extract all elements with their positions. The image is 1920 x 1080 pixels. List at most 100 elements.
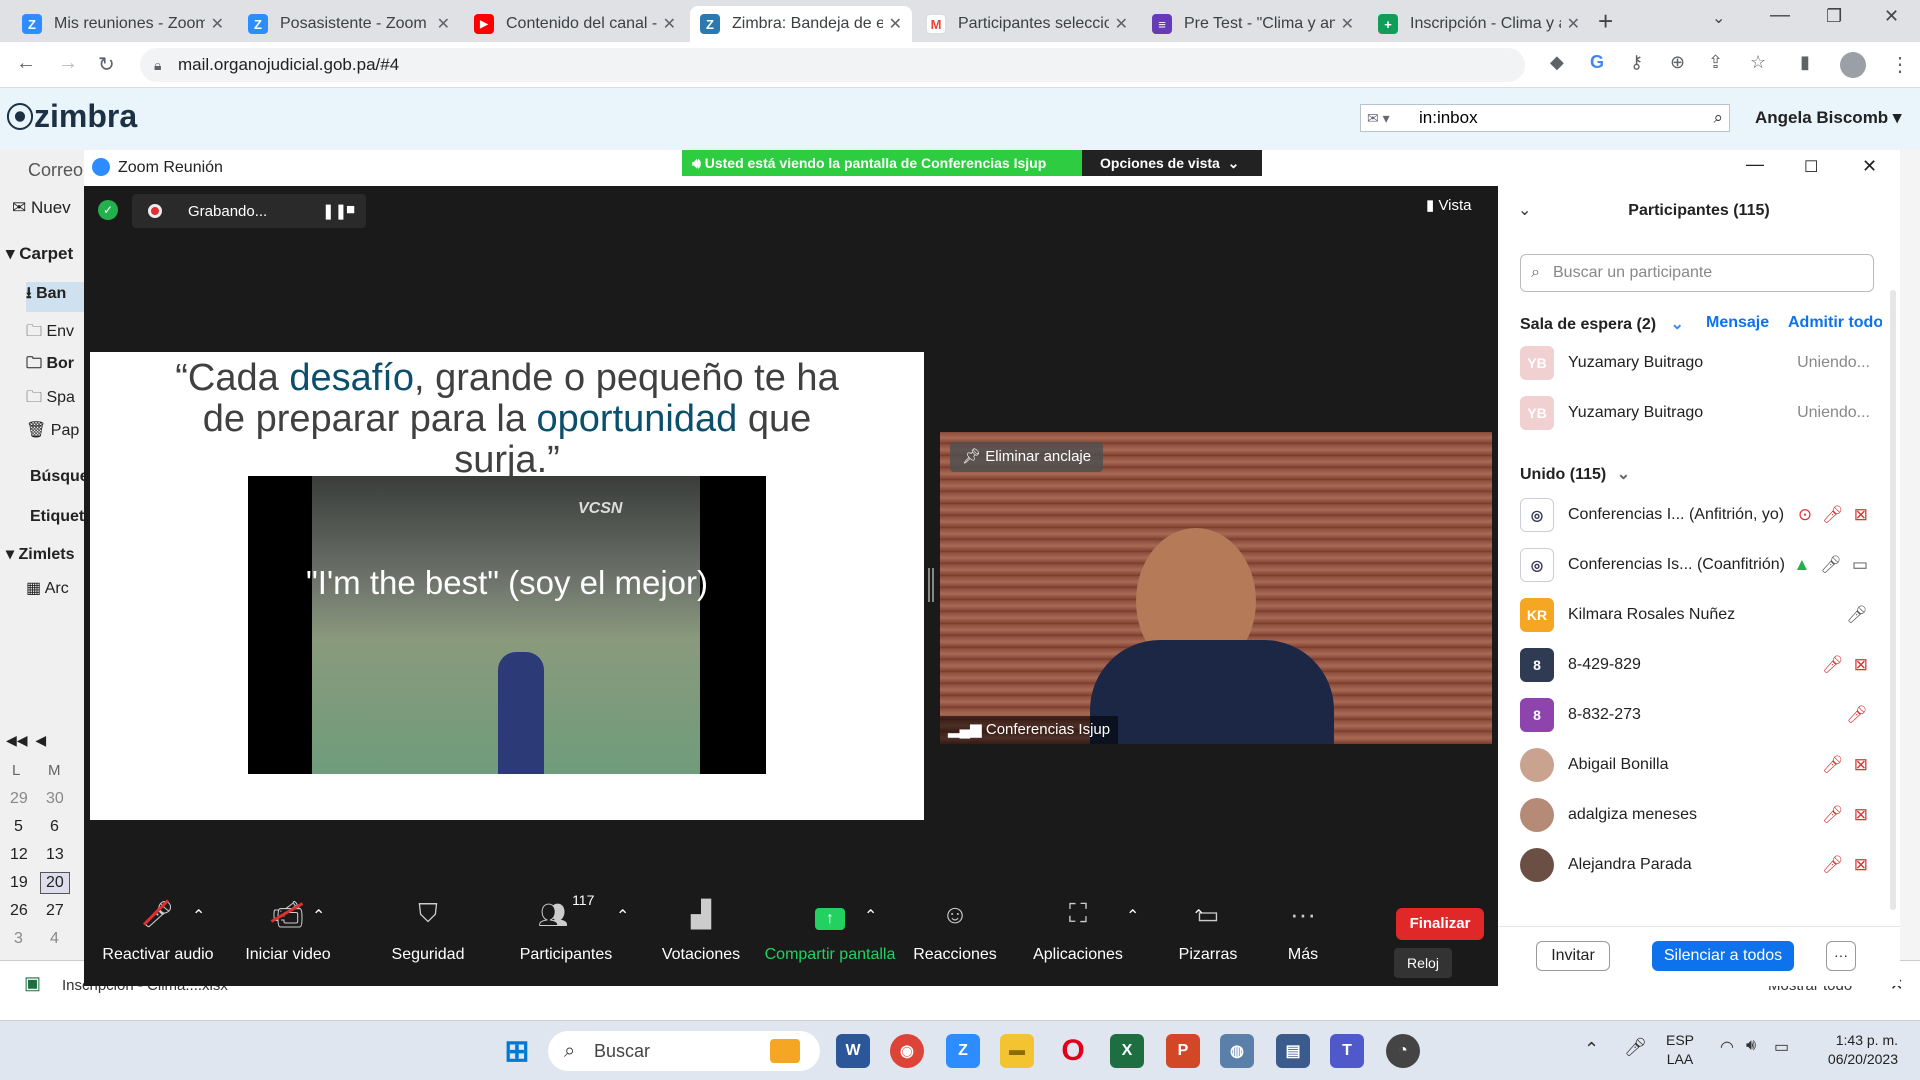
cal-date[interactable]: 26: [10, 902, 28, 920]
user-menu[interactable]: Angela Biscomb ▾: [1755, 108, 1901, 128]
cal-date[interactable]: 29: [10, 790, 28, 808]
cal-prev-year-icon[interactable]: ◀◀ ◀: [6, 732, 46, 749]
new-tab-icon[interactable]: +: [1598, 6, 1613, 37]
admit-all-link[interactable]: Admitir todo: [1788, 314, 1882, 332]
folder-sent[interactable]: 🗀︎ Env: [26, 320, 74, 347]
camera-icon[interactable]: ▭: [1852, 555, 1868, 575]
opera-icon[interactable]: O: [1056, 1034, 1090, 1068]
whiteboards-caret-icon[interactable]: ⌃: [1192, 906, 1205, 926]
microphone-muted-icon[interactable]: 🎤︎: [1822, 855, 1844, 875]
more-options-button[interactable]: ···: [1826, 941, 1856, 971]
folder-inbox[interactable]: ⭳ Ban: [26, 282, 90, 312]
participant-row[interactable]: ◎ Conferencias I... (Anfitrión, yo) ⊙ 🎤︎ ⊠: [1498, 490, 1878, 540]
resize-handle[interactable]: [928, 568, 934, 602]
extension-icon[interactable]: ◆: [1550, 52, 1564, 73]
file-explorer-icon[interactable]: ▬: [1000, 1034, 1034, 1068]
close-icon[interactable]: ✕: [663, 14, 676, 34]
tab-sheets[interactable]: + Inscripción - Clima y a ✕: [1368, 6, 1590, 42]
cal-date[interactable]: 12: [10, 846, 28, 864]
tab-zimbra[interactable]: Z Zimbra: Bandeja de en ✕: [690, 6, 912, 42]
unmute-button[interactable]: 🎤︎ Reactivar audio: [90, 886, 226, 986]
apps-button[interactable]: ⛶ Aplicaciones: [1010, 886, 1146, 986]
close-window-icon[interactable]: ✕: [1884, 6, 1899, 27]
participant-row[interactable]: 8 8-429-829 🎤︎ ⊠: [1498, 640, 1878, 690]
zimlets-header[interactable]: ▾ Zimlets: [6, 544, 75, 564]
microphone-icon[interactable]: 🎤︎: [1820, 555, 1842, 575]
stop-icon[interactable]: ■: [346, 201, 355, 218]
participants-caret-icon[interactable]: ⌃: [616, 906, 629, 926]
share-icon[interactable]: ⇪: [1708, 52, 1723, 73]
speaker-video[interactable]: 📌︎ Eliminar anclaje ▂▄▆ Conferencias Isj…: [940, 432, 1492, 744]
microphone-muted-icon[interactable]: 🎤︎: [1822, 755, 1844, 775]
profile-avatar[interactable]: [1840, 52, 1866, 78]
folder-drafts[interactable]: 🗀︎ Bor: [26, 352, 74, 379]
cal-date[interactable]: 6: [50, 818, 59, 836]
pause-icon[interactable]: ❚❚: [322, 202, 347, 220]
zimbra-logo[interactable]: ⦿zimbra: [6, 96, 137, 136]
shield-check-icon[interactable]: ✓: [98, 200, 118, 220]
url-field[interactable]: 🔒︎ mail.organojudicial.gob.pa/#4: [140, 48, 1525, 82]
windows-start-icon[interactable]: ⊞: [500, 1034, 534, 1068]
participant-row[interactable]: Alejandra Parada 🎤︎ ⊠: [1498, 840, 1878, 890]
cal-date[interactable]: 3: [14, 930, 23, 948]
apps-caret-icon[interactable]: ⌃: [1126, 906, 1139, 926]
battery-icon[interactable]: ▭: [1774, 1037, 1789, 1057]
tab-zoom-meetings[interactable]: Z Mis reuniones - Zoom ✕: [12, 6, 234, 42]
chrome-icon[interactable]: ◉: [890, 1034, 924, 1068]
camera-off-icon[interactable]: ⊠: [1854, 855, 1868, 875]
teams-icon[interactable]: T: [1330, 1034, 1364, 1068]
clock-app-icon[interactable]: ◔: [1386, 1034, 1420, 1068]
audio-options-caret-icon[interactable]: ⌃: [192, 906, 205, 926]
start-video-button[interactable]: 📹︎ Iniciar video: [228, 886, 348, 986]
zimbra-search-input[interactable]: ✉ ▾ in:inbox ⌕: [1360, 104, 1730, 132]
folders-header[interactable]: ▾ Carpet: [6, 244, 73, 264]
close-icon[interactable]: ✕: [1341, 14, 1354, 34]
searches-header[interactable]: Búsque: [30, 468, 89, 486]
waiting-room-header[interactable]: Sala de espera (2) ⌄: [1520, 314, 1684, 334]
view-button[interactable]: ▮ Vista: [1426, 196, 1472, 214]
microphone-muted-icon[interactable]: 🎤︎: [1846, 705, 1868, 725]
zimlet-archive[interactable]: ▦ Arc: [26, 578, 69, 598]
reload-icon[interactable]: ↻: [98, 52, 115, 77]
share-caret-icon[interactable]: ⌃: [864, 906, 877, 926]
joined-header[interactable]: Unido (115) ⌄: [1520, 464, 1630, 484]
folder-spam[interactable]: 🗀︎ Spa: [26, 386, 75, 413]
key-icon[interactable]: ⚷: [1630, 52, 1643, 73]
tab-correo[interactable]: Correo: [28, 160, 83, 181]
cal-date-today[interactable]: 20: [40, 872, 70, 894]
security-button[interactable]: ⛉ Seguridad: [366, 886, 490, 986]
view-options-button[interactable]: Opciones de vista ⌄: [1082, 150, 1262, 176]
whiteboards-button[interactable]: ▭ Pizarras: [1148, 886, 1268, 986]
close-icon[interactable]: ✕: [1115, 14, 1128, 34]
participant-row[interactable]: adalgiza meneses 🎤︎ ⊠: [1498, 790, 1878, 840]
minimize-icon[interactable]: —: [1746, 154, 1764, 175]
close-icon[interactable]: ✕: [437, 14, 450, 34]
tray-chevron-icon[interactable]: ⌃: [1584, 1039, 1599, 1060]
minimize-icon[interactable]: —: [1770, 4, 1790, 27]
participant-row[interactable]: 8 8-832-273 🎤︎: [1498, 690, 1878, 740]
back-icon[interactable]: ←: [16, 52, 36, 75]
close-icon[interactable]: ✕: [1862, 156, 1877, 177]
mute-all-button[interactable]: Silenciar a todos: [1652, 941, 1794, 971]
maximize-icon[interactable]: ☐: [1804, 157, 1818, 177]
close-icon[interactable]: ✕: [889, 14, 902, 34]
new-message-button[interactable]: ✉ Nuev: [12, 198, 71, 218]
panel-scrollbar[interactable]: [1890, 290, 1896, 910]
unpin-button[interactable]: 📌︎ Eliminar anclaje: [950, 442, 1104, 472]
microphone-muted-icon[interactable]: 🎤︎: [1822, 655, 1844, 675]
excel-icon[interactable]: X: [1110, 1034, 1144, 1068]
end-meeting-button[interactable]: Finalizar: [1396, 908, 1484, 940]
more-button[interactable]: ··· Más: [1260, 886, 1346, 986]
embedded-video[interactable]: VCSN "I'm the best" (soy el mejor): [248, 476, 766, 774]
folder-trash[interactable]: 🗑︎ Pap: [26, 420, 79, 440]
restore-icon[interactable]: ❐: [1826, 6, 1842, 27]
close-icon[interactable]: ✕: [1567, 14, 1580, 34]
tab-forms[interactable]: ≡ Pre Test - "Clima y am ✕: [1142, 6, 1364, 42]
video-options-caret-icon[interactable]: ⌃: [312, 906, 325, 926]
camera-off-icon[interactable]: ⊠: [1854, 505, 1868, 525]
participant-row[interactable]: ◎ Conferencias Is... (Coanfitrión) ▲ 🎤︎ ▭: [1498, 540, 1878, 590]
app-icon[interactable]: ▤: [1276, 1034, 1310, 1068]
app-icon[interactable]: ◍: [1220, 1034, 1254, 1068]
powerpoint-icon[interactable]: P: [1166, 1034, 1200, 1068]
waiting-participant-row[interactable]: YB Yuzamary Buitrago Uniendo...: [1498, 338, 1878, 388]
